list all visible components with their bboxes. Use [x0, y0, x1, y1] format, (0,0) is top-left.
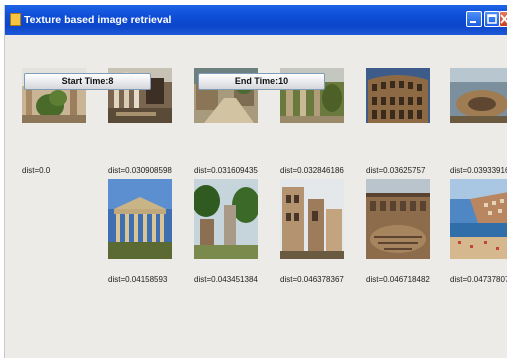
close-button[interactable]: [499, 11, 507, 27]
result-distance-3: dist=0.031609435: [194, 166, 258, 175]
result-distance-9: dist=0.046378367: [280, 275, 344, 284]
minimize-icon: [470, 21, 476, 23]
result-distance-2: dist=0.030908598: [108, 166, 172, 175]
result-image-8[interactable]: [194, 179, 258, 259]
result-distance-5: dist=0.03625757: [366, 166, 426, 175]
close-icon: [500, 14, 507, 24]
end-time-button[interactable]: End Time:10: [198, 73, 325, 90]
result-distance-6: dist=0.03933916: [450, 166, 507, 175]
minimize-button[interactable]: [466, 11, 482, 27]
result-distance-10: dist=0.046718482: [366, 275, 430, 284]
result-distance-4: dist=0.032846186: [280, 166, 344, 175]
start-time-button[interactable]: Start Time:8: [24, 73, 151, 90]
result-distance-1: dist=0.0: [22, 166, 51, 175]
app-icon[interactable]: [10, 13, 21, 26]
result-image-10[interactable]: [366, 179, 430, 259]
app-window: Texture based image retrieval Start Time…: [4, 5, 507, 358]
title-bar[interactable]: Texture based image retrieval: [5, 5, 507, 35]
colosseum-interior-image: [366, 179, 430, 259]
maximize-button[interactable]: [484, 11, 500, 27]
colosseum-image: [366, 68, 430, 123]
result-distance-8: dist=0.043451384: [194, 275, 258, 284]
window-title: Texture based image retrieval: [24, 14, 172, 26]
result-distance-11: dist=0.04737807: [450, 275, 507, 284]
maximize-icon: [487, 14, 497, 24]
result-image-7[interactable]: [108, 179, 172, 259]
result-image-5[interactable]: [366, 68, 430, 123]
stone-ruins-image: [194, 179, 258, 259]
result-image-6[interactable]: [450, 68, 507, 123]
circular-ruins-image: [450, 68, 507, 123]
ruined-walls-image: [280, 179, 344, 259]
greek-temple-image: [108, 179, 172, 259]
coastal-town-image: [450, 179, 507, 259]
result-image-9[interactable]: [280, 179, 344, 259]
result-image-11[interactable]: [450, 179, 507, 259]
result-distance-7: dist=0.04158593: [108, 275, 168, 284]
